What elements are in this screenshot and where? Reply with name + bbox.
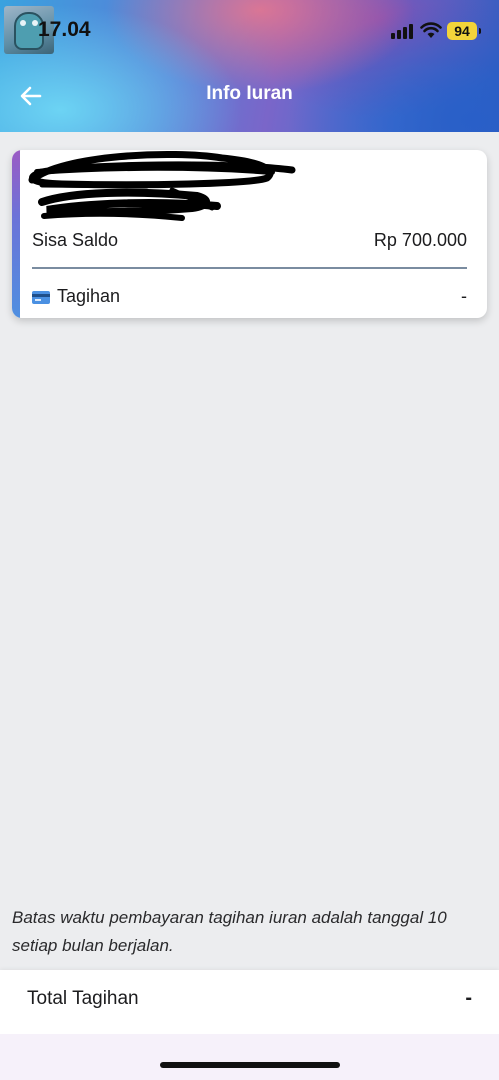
card-divider xyxy=(32,267,467,269)
app-header: 17.04 94 Info Iuran xyxy=(0,0,499,132)
total-bill-bar: Total Tagihan - xyxy=(0,970,499,1034)
payment-deadline-notice: Batas waktu pembayaran tagihan iuran ada… xyxy=(12,908,447,955)
balance-label: Sisa Saldo xyxy=(32,230,119,250)
redacted-scribble xyxy=(28,151,296,221)
balance-row: Sisa Saldo Rp 700.000 xyxy=(32,230,467,254)
page-title: Info Iuran xyxy=(206,83,293,104)
bill-value: - xyxy=(461,286,467,306)
card-accent-bar xyxy=(12,150,20,318)
status-bar: 17.04 94 xyxy=(0,0,499,60)
cellular-signal-icon xyxy=(391,23,415,39)
bill-row: Tagihan - xyxy=(32,286,467,310)
total-bill-label: Total Tagihan xyxy=(27,988,139,1009)
balance-card: Sisa Saldo Rp 700.000 Tagihan - xyxy=(12,150,487,318)
balance-value: Rp 700.000 xyxy=(373,230,467,250)
status-time: 17.04 xyxy=(38,18,91,41)
bottom-safe-area xyxy=(0,1034,499,1080)
credit-card-icon xyxy=(32,291,50,304)
bill-label: Tagihan xyxy=(57,286,121,306)
home-indicator[interactable] xyxy=(160,1062,340,1068)
wifi-icon xyxy=(420,22,442,38)
total-bill-value: - xyxy=(465,987,472,1009)
battery-indicator: 94 xyxy=(447,22,481,40)
